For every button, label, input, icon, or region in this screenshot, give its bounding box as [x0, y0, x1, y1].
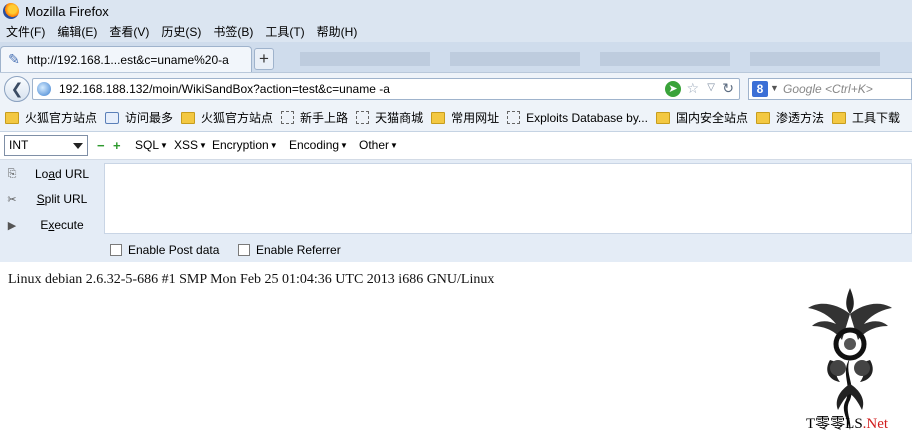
folder-icon: [755, 111, 770, 124]
bookmark-label: 火狐官方站点: [25, 111, 98, 125]
caret-icon: ▼: [160, 141, 168, 150]
enable-referrer-checkbox[interactable]: Enable Referrer: [238, 243, 341, 257]
xss-menu[interactable]: XSS▼: [174, 138, 207, 152]
watermark-suffix: .Net: [862, 416, 889, 432]
url-dropdown-icon[interactable]: ▽: [707, 82, 715, 93]
dashed-page-icon: [356, 111, 370, 124]
google-engine-icon[interactable]: 8: [752, 81, 768, 97]
search-bar[interactable]: 8 ▼: [748, 78, 912, 100]
int-select[interactable]: INT: [4, 135, 88, 156]
enable-referrer-label: Enable Referrer: [256, 243, 341, 257]
folder-icon: [181, 111, 196, 124]
play-icon: ▶: [7, 219, 17, 232]
page-content: Linux debian 2.6.32-5-686 #1 SMP Mon Feb…: [0, 262, 912, 441]
background-tabs: [300, 52, 900, 66]
bookmark-label: 国内安全站点: [675, 111, 748, 125]
bookmark-item[interactable]: 渗透方法: [755, 109, 824, 126]
site-identity-icon[interactable]: [33, 79, 55, 99]
title-bar: Mozilla Firefox: [0, 0, 912, 22]
other-menu[interactable]: Other▼: [359, 138, 398, 152]
new-tab-button[interactable]: +: [254, 48, 274, 70]
bookmark-item[interactable]: 天猫商城: [356, 109, 423, 126]
go-arrow-icon[interactable]: ➤: [665, 81, 681, 97]
sql-menu[interactable]: SQL▼: [135, 138, 168, 152]
menu-help[interactable]: 帮助(H): [311, 22, 364, 42]
navigation-bar: ❮ 192.168.188.132/moin/WikiSandBox?actio…: [0, 72, 912, 104]
bookmark-item[interactable]: 国内安全站点: [655, 109, 748, 126]
menu-history[interactable]: 历史(S): [155, 22, 207, 42]
bookmark-label: Exploits Database by...: [526, 110, 648, 125]
engine-dropdown-icon[interactable]: ▼: [770, 83, 779, 93]
caret-icon: ▼: [269, 141, 278, 150]
back-arrow-icon: ❮: [10, 81, 24, 98]
enable-post-label: Enable Post data: [128, 243, 220, 257]
menu-tools[interactable]: 工具(T): [259, 22, 310, 42]
caret-icon: ▼: [390, 141, 398, 150]
bookmark-star-icon[interactable]: ☆: [686, 80, 699, 97]
bookmark-label: 工具下载: [851, 111, 900, 125]
menu-edit[interactable]: 编辑(E): [51, 22, 103, 42]
encryption-menu[interactable]: Encryption▼: [212, 138, 278, 152]
bookmark-item[interactable]: 访问最多: [105, 109, 173, 126]
window-title: Mozilla Firefox: [25, 3, 109, 19]
load-url-icon: ⎘: [7, 167, 17, 180]
pencil-icon: ✎: [8, 51, 20, 67]
int-select-value: INT: [9, 138, 29, 152]
checkbox-box[interactable]: [110, 244, 122, 256]
bookmark-item[interactable]: 火狐官方站点: [181, 109, 273, 126]
back-button[interactable]: ❮: [4, 76, 30, 102]
reload-icon[interactable]: ↻: [722, 80, 734, 97]
encoding-menu[interactable]: Encoding▼: [289, 138, 348, 152]
tab-active[interactable]: ✎ http://192.168.1...est&c=uname%20-a: [0, 46, 252, 72]
tab-label: http://192.168.1...est&c=uname%20-a: [27, 52, 229, 67]
tribal-emblem-icon: [808, 288, 892, 430]
load-url-button[interactable]: ⎘ Load URL: [0, 162, 104, 186]
bookmark-label: 火狐官方站点: [201, 111, 274, 125]
page-icon: [105, 111, 120, 124]
hackbar-panel: ⎘ Load URL ✂ Split URL ▶ Execute Enable …: [0, 160, 912, 262]
execute-button[interactable]: ▶ Execute: [0, 213, 104, 237]
search-input[interactable]: [783, 81, 909, 97]
command-output: Linux debian 2.6.32-5-686 #1 SMP Mon Feb…: [8, 272, 495, 287]
url-bar[interactable]: 192.168.188.132/moin/WikiSandBox?action=…: [32, 78, 740, 100]
split-url-button[interactable]: ✂ Split URL: [0, 187, 104, 211]
chevron-down-icon: [73, 143, 83, 149]
menu-bar: 文件(F) 编辑(E) 查看(V) 历史(S) 书签(B) 工具(T) 帮助(H…: [0, 22, 912, 42]
bookmark-label: 访问最多: [125, 111, 174, 125]
watermark: T零零LS.Net: [806, 412, 888, 433]
plus-icon[interactable]: +: [113, 139, 121, 152]
folder-icon: [655, 111, 670, 124]
caret-icon: ▼: [340, 141, 348, 150]
scissors-icon: ✂: [7, 193, 17, 206]
bookmark-item[interactable]: 新手上路: [281, 109, 348, 126]
bookmark-label: 常用网址: [451, 111, 500, 125]
folder-icon: [431, 111, 446, 124]
watermark-prefix: T零零LS: [806, 416, 863, 432]
hackbar-toolbar: INT − + SQL▼ XSS▼ Encryption▼ Encoding▼ …: [0, 132, 912, 160]
bookmark-label: 天猫商城: [375, 111, 424, 125]
bookmark-label: 新手上路: [300, 111, 349, 125]
hackbar-url-textarea[interactable]: [104, 163, 912, 234]
tab-strip: ✎ http://192.168.1...est&c=uname%20-a +: [0, 42, 912, 72]
menu-view[interactable]: 查看(V): [103, 22, 155, 42]
bookmark-item[interactable]: 常用网址: [431, 109, 499, 126]
url-text[interactable]: 192.168.188.132/moin/WikiSandBox?action=…: [59, 82, 390, 96]
menu-bookmarks[interactable]: 书签(B): [207, 22, 259, 42]
dashed-page-icon: [507, 111, 521, 124]
menu-file[interactable]: 文件(F): [0, 22, 51, 42]
folder-icon: [5, 111, 19, 124]
minus-icon[interactable]: −: [97, 139, 105, 152]
bookmark-label: 渗透方法: [775, 111, 824, 125]
bookmark-item[interactable]: 工具下载: [831, 109, 900, 126]
enable-post-checkbox[interactable]: Enable Post data: [110, 243, 219, 257]
firefox-logo-icon: [3, 3, 19, 19]
bookmarks-toolbar: 火狐官方站点 访问最多 火狐官方站点 新手上路 天猫商城 常用网址 Exploi…: [0, 104, 912, 132]
folder-icon: [831, 111, 846, 124]
checkbox-box[interactable]: [238, 244, 250, 256]
caret-icon: ▼: [199, 141, 207, 150]
bookmark-item[interactable]: Exploits Database by...: [507, 111, 648, 125]
dashed-page-icon: [281, 111, 295, 124]
bookmark-item[interactable]: 火狐官方站点: [5, 109, 97, 126]
